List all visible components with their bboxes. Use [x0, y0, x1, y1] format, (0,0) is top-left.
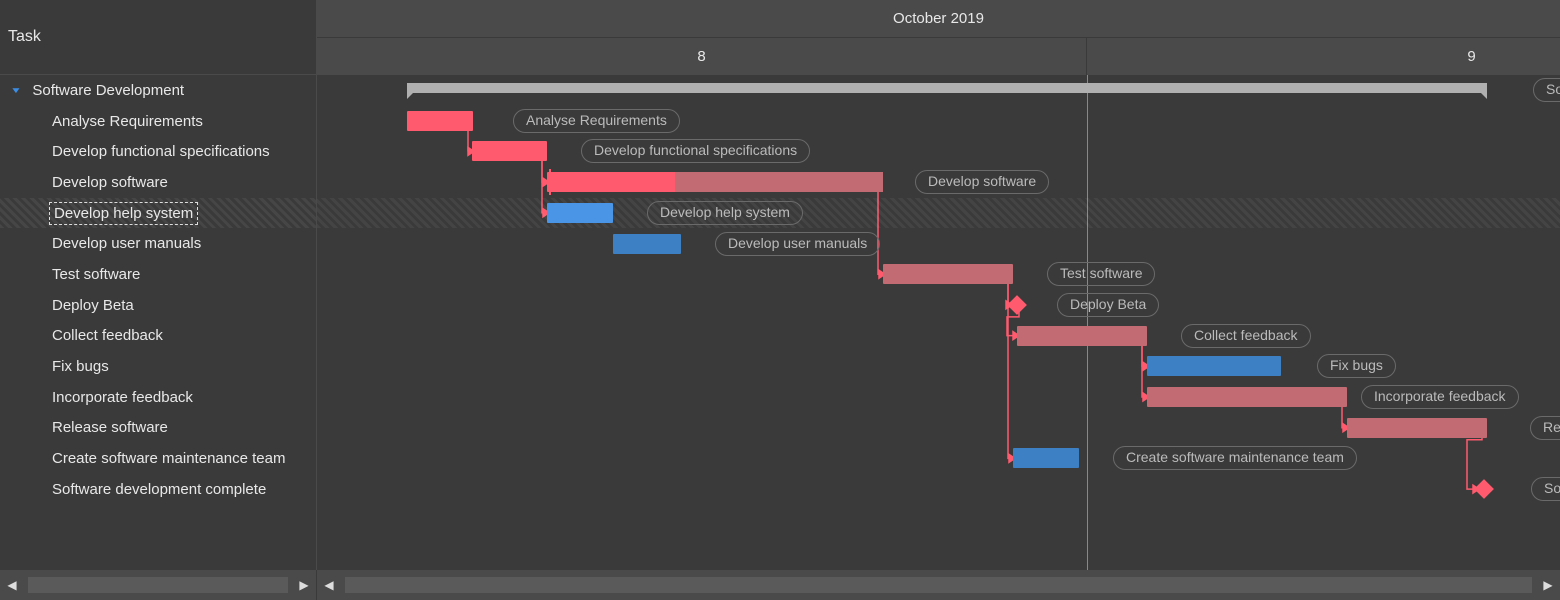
gantt-bar[interactable] — [1017, 326, 1147, 346]
gantt-bar[interactable] — [1147, 356, 1281, 376]
task-label: Collect feedback — [52, 327, 163, 344]
chart-row: Collect feedback — [317, 321, 1560, 352]
chart-row: Develop functional specifications — [317, 136, 1560, 167]
chart-row: Software Development — [317, 75, 1560, 106]
task-scrollbar[interactable]: ◀ ▶ — [0, 570, 317, 600]
bar-label-pill: Create software maintenance team — [1113, 446, 1357, 470]
gantt-bar[interactable] — [1147, 387, 1347, 407]
bar-label-pill: Fix bugs — [1317, 354, 1396, 378]
scroll-right-icon[interactable]: ▶ — [1536, 578, 1560, 592]
task-label: Develop software — [52, 174, 168, 191]
bar-label-pill: Develop help system — [647, 201, 803, 225]
task-label: Develop functional specifications — [52, 143, 270, 160]
task-row[interactable]: Incorporate feedback — [0, 382, 316, 413]
task-row-summary[interactable]: ▼ Software Development — [0, 75, 316, 106]
task-label: Develop help system — [52, 205, 195, 222]
task-row[interactable]: Software development complete — [0, 474, 316, 505]
timescale-day-row: 89 — [317, 38, 1560, 75]
task-row[interactable]: Develop user manuals — [0, 228, 316, 259]
bar-label-pill: Deploy Beta — [1057, 293, 1159, 317]
task-row[interactable]: Analyse Requirements — [0, 106, 316, 137]
chart-row: Release software — [317, 413, 1560, 444]
gantt-root: Task ▼ Software Development Analyse Requi… — [0, 0, 1560, 600]
timescale: October 2019 89 — [317, 0, 1560, 75]
bar-label-pill: Test software — [1047, 262, 1155, 286]
timescale-month-label: October 2019 — [317, 0, 1560, 37]
timescale-month-row: October 2019 — [317, 0, 1560, 38]
gantt-bar[interactable] — [1013, 448, 1079, 468]
task-row[interactable]: Develop software — [0, 167, 316, 198]
gantt-bar[interactable] — [1347, 418, 1487, 438]
task-label: Software development complete — [52, 481, 266, 498]
chart-scrollbar[interactable]: ◀ ▶ — [317, 570, 1560, 600]
task-row[interactable]: Release software — [0, 413, 316, 444]
chart-row: Develop help system — [317, 198, 1560, 229]
summary-bar[interactable] — [407, 83, 1487, 93]
chart-row: Fix bugs — [317, 351, 1560, 382]
chevron-down-icon[interactable]: ▼ — [10, 85, 24, 95]
gantt-bar[interactable] — [883, 264, 1013, 284]
chart-row: Analyse Requirements — [317, 106, 1560, 137]
task-label: Software Development — [32, 82, 184, 99]
bar-label-pill: Develop functional specifications — [581, 139, 810, 163]
task-label: Deploy Beta — [52, 297, 134, 314]
scroll-right-icon[interactable]: ▶ — [292, 578, 316, 592]
task-column-header[interactable]: Task — [0, 0, 316, 75]
task-label: Release software — [52, 419, 168, 436]
task-list: ▼ Software Development Analyse Requiremen… — [0, 75, 316, 505]
timescale-day: 9 — [1087, 38, 1560, 75]
task-row[interactable]: Create software maintenance team — [0, 443, 316, 474]
bar-label-pill: Develop software — [915, 170, 1049, 194]
scroll-track[interactable] — [345, 577, 1532, 593]
task-label: Fix bugs — [52, 358, 109, 375]
bar-label-pill: Software development complete — [1531, 477, 1560, 501]
gantt-bar[interactable] — [613, 234, 681, 254]
chart-row: Deploy Beta — [317, 290, 1560, 321]
timescale-day: 8 — [317, 38, 1087, 75]
gantt-bar[interactable] — [547, 172, 883, 192]
chart-pane[interactable]: October 2019 89 Software Development Anal… — [317, 0, 1560, 570]
chart-row: Test software — [317, 259, 1560, 290]
chart-row: Create software maintenance team — [317, 443, 1560, 474]
gantt-bar[interactable] — [547, 203, 613, 223]
scroll-left-icon[interactable]: ◀ — [317, 578, 341, 592]
scroll-track[interactable] — [28, 577, 288, 593]
bar-label-pill: Incorporate feedback — [1361, 385, 1519, 409]
task-label: Incorporate feedback — [52, 389, 193, 406]
bar-label-pill: Develop user manuals — [715, 232, 880, 256]
task-label: Analyse Requirements — [52, 113, 203, 130]
task-column-label: Task — [8, 28, 41, 46]
chart-row: Develop user manuals — [317, 229, 1560, 260]
task-row[interactable]: Fix bugs — [0, 351, 316, 382]
scroll-left-icon[interactable]: ◀ — [0, 578, 24, 592]
task-row[interactable]: Develop help system — [0, 198, 316, 229]
gantt-bar[interactable] — [472, 141, 547, 161]
chart-row: Develop software — [317, 167, 1560, 198]
bar-label-pill: Collect feedback — [1181, 324, 1311, 348]
bar-label-pill: Analyse Requirements — [513, 109, 680, 133]
task-row[interactable]: Collect feedback — [0, 321, 316, 352]
task-label: Develop user manuals — [52, 235, 201, 252]
chart-body[interactable]: Software Development Analyse Requirements… — [317, 75, 1560, 570]
task-label: Test software — [52, 266, 140, 283]
chart-row: Incorporate feedback — [317, 382, 1560, 413]
gantt-bar[interactable] — [407, 111, 473, 131]
task-row[interactable]: Test software — [0, 259, 316, 290]
milestone-diamond[interactable] — [1474, 479, 1494, 499]
task-pane: Task ▼ Software Development Analyse Requi… — [0, 0, 317, 570]
bar-label-pill: Release software — [1530, 416, 1560, 440]
task-row[interactable]: Deploy Beta — [0, 290, 316, 321]
chart-row: Software development complete — [317, 474, 1560, 505]
bar-label-pill: Software Development — [1533, 78, 1560, 102]
task-row[interactable]: Develop functional specifications — [0, 136, 316, 167]
task-label: Create software maintenance team — [52, 450, 285, 467]
milestone-diamond[interactable] — [1007, 295, 1027, 315]
